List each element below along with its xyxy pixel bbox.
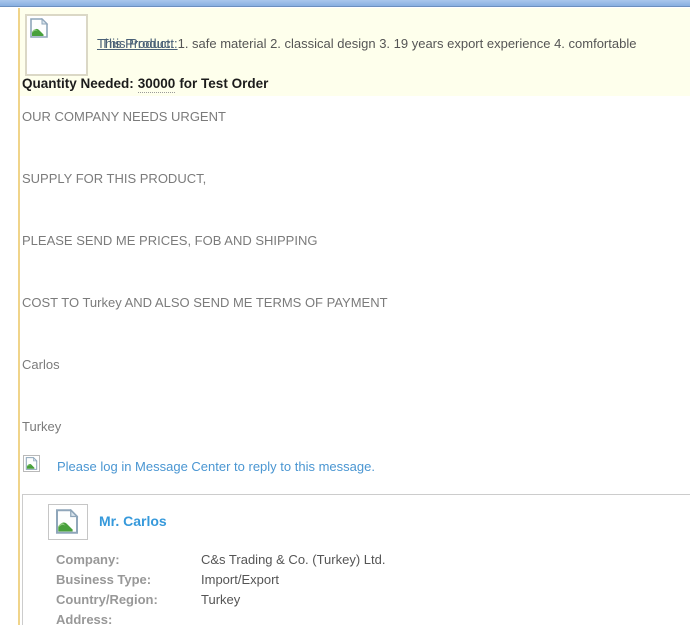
field-label: Country/Region: xyxy=(56,592,201,607)
sender-name-link[interactable]: Mr. Carlos xyxy=(99,513,167,529)
broken-image-icon xyxy=(25,457,38,470)
profile-field-row: Country/Region:Turkey xyxy=(56,592,240,607)
message-line: PLEASE SEND ME PRICES, FOB AND SHIPPING xyxy=(22,233,317,248)
message-line: OUR COMPANY NEEDS URGENT xyxy=(22,109,226,124)
profile-field-row: Company:C&s Trading & Co. (Turkey) Ltd. xyxy=(56,552,385,567)
product-summary-text: 1. safe material 2. classical design 3. … xyxy=(178,36,637,51)
top-border-bar xyxy=(0,0,690,7)
quote-left-border xyxy=(18,8,20,625)
this-product-link[interactable]: This Product:This Product: xyxy=(97,36,174,51)
quantity-value: 30000 xyxy=(138,76,176,93)
broken-image-icon xyxy=(29,18,49,38)
quantity-label: Quantity Needed: xyxy=(22,76,134,91)
message-line: COST TO Turkey AND ALSO SEND ME TERMS OF… xyxy=(22,295,388,310)
product-inquiry-header: This Product:This Product: 1. safe materi… xyxy=(20,8,690,96)
quantity-needed-line: Quantity Needed: 30000for Test Order xyxy=(22,76,268,91)
sender-profile-card: Mr. Carlos Company:C&s Trading & Co. (Tu… xyxy=(22,494,690,625)
message-line: SUPPLY FOR THIS PRODUCT, xyxy=(22,171,206,186)
reply-notice-icon xyxy=(23,455,40,472)
message-line: Turkey xyxy=(22,419,61,434)
field-label: Business Type: xyxy=(56,572,201,587)
profile-field-row: Business Type:Import/Export xyxy=(56,572,279,587)
broken-image-icon xyxy=(54,509,80,534)
field-label: Company: xyxy=(56,552,201,567)
message-line: Carlos xyxy=(22,357,60,372)
sender-avatar[interactable] xyxy=(48,504,88,540)
product-summary-line: This Product:This Product: 1. safe materi… xyxy=(97,36,684,51)
product-image-placeholder[interactable] xyxy=(25,14,88,76)
field-value: C&s Trading & Co. (Turkey) Ltd. xyxy=(201,552,385,567)
message-center-login-link[interactable]: Please log in Message Center to reply to… xyxy=(57,459,375,474)
field-value: Import/Export xyxy=(201,572,279,587)
this-product-link-ghost: This Product: xyxy=(101,36,178,51)
quantity-suffix: for Test Order xyxy=(179,76,268,91)
field-value: Turkey xyxy=(201,592,240,607)
